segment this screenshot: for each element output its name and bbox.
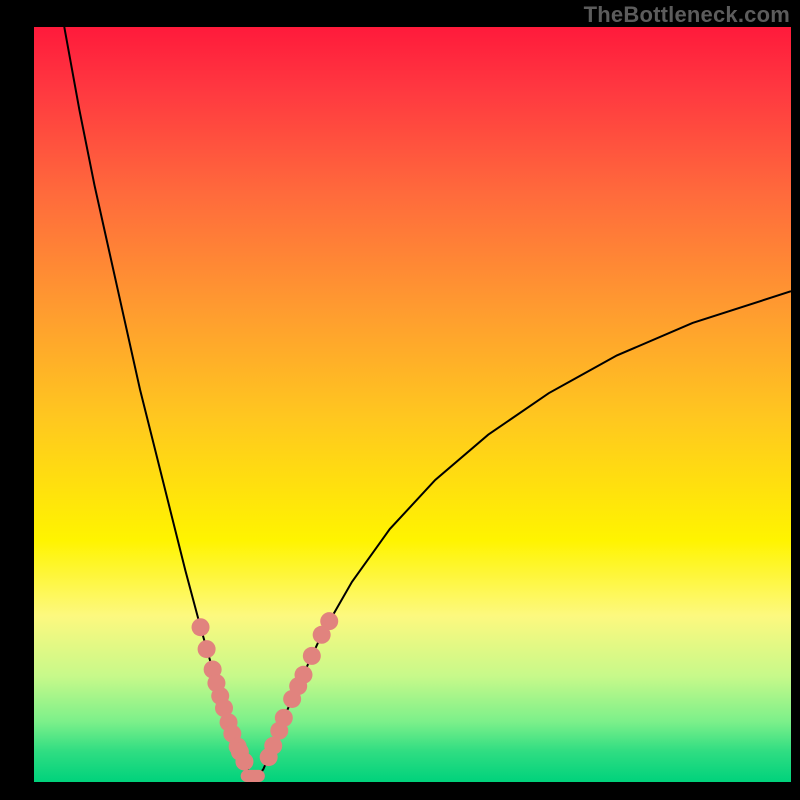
marker-dot	[275, 709, 293, 727]
marker-dot	[192, 618, 210, 636]
curve-path	[64, 27, 791, 782]
marker-dot	[320, 612, 338, 630]
marker-dots	[192, 612, 339, 770]
marker-dot	[303, 647, 321, 665]
marker-dot	[198, 640, 216, 658]
plot-area	[34, 27, 791, 782]
chart-svg	[34, 27, 791, 782]
marker-dot	[294, 666, 312, 684]
marker-dot	[235, 753, 253, 771]
bottom-bar	[241, 770, 265, 782]
valley-bar	[241, 770, 265, 782]
curve-series	[64, 27, 791, 782]
watermark-text: TheBottleneck.com	[584, 2, 790, 28]
chart-frame: TheBottleneck.com	[0, 0, 800, 800]
